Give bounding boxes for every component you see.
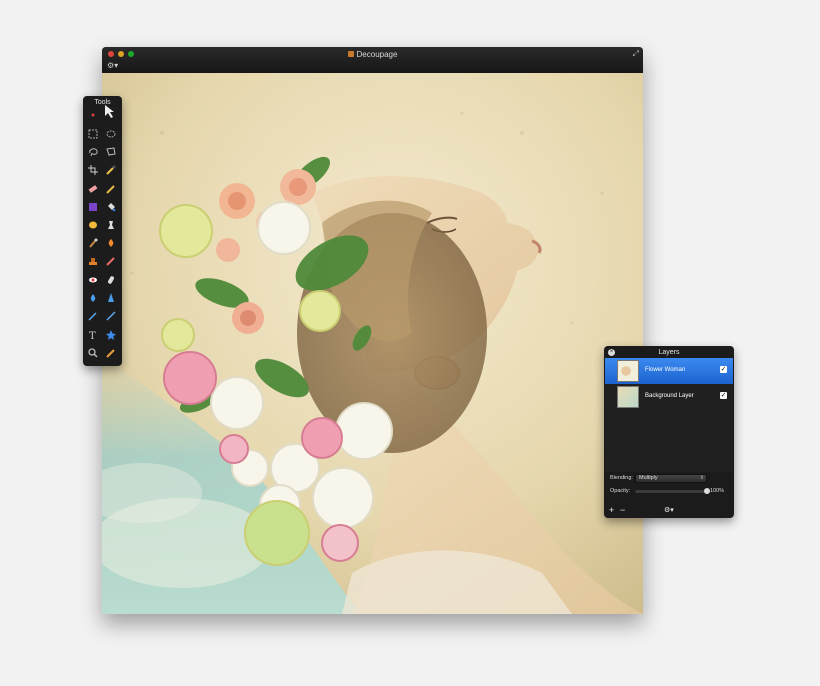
- layer-row-flower-woman[interactable]: Flower Woman ✓: [605, 358, 733, 384]
- stamp-icon[interactable]: [86, 254, 100, 268]
- drop-icon[interactable]: [86, 291, 100, 305]
- image-canvas[interactable]: [102, 73, 643, 614]
- opacity-label: Opacity:: [610, 488, 631, 494]
- pencil-icon[interactable]: [104, 182, 118, 196]
- rect-select-icon[interactable]: [86, 127, 100, 141]
- remove-layer-button[interactable]: −: [620, 505, 625, 515]
- blending-select[interactable]: Multiply ⇕: [635, 474, 707, 483]
- tools-palette: Tools T: [83, 96, 122, 366]
- gear-menu-icon[interactable]: ⚙▾: [107, 61, 118, 70]
- layers-panel: × Layers Flower Woman ✓ Background Layer…: [604, 346, 734, 518]
- layers-title: Layers: [658, 349, 680, 356]
- gradient-icon[interactable]: [86, 200, 100, 214]
- blending-label: Blending:: [610, 475, 633, 481]
- shape-icon[interactable]: [104, 328, 118, 342]
- sharpen-icon[interactable]: [104, 291, 118, 305]
- add-layer-button[interactable]: +: [609, 505, 614, 515]
- paint-bucket-icon[interactable]: [104, 200, 118, 214]
- fill-ellipse-icon[interactable]: [86, 218, 100, 232]
- eraser-icon[interactable]: [86, 182, 100, 196]
- opacity-slider[interactable]: [635, 488, 710, 494]
- window-title: Decoupage: [102, 49, 643, 60]
- svg-text:T: T: [89, 331, 96, 340]
- layer-thumbnail: [617, 386, 639, 408]
- opacity-value: 100%: [710, 488, 725, 494]
- smudge-finger-icon[interactable]: [104, 273, 118, 287]
- layer-row-background[interactable]: Background Layer ✓: [605, 384, 733, 410]
- brush-icon[interactable]: [86, 236, 100, 250]
- layers-footer: + − ⚙▾: [604, 502, 734, 518]
- move-tool-icon[interactable]: [86, 108, 100, 122]
- red-eye-icon[interactable]: [86, 273, 100, 287]
- color-picker-icon[interactable]: [104, 346, 118, 360]
- chevron-updown-icon: ⇕: [699, 475, 704, 481]
- blending-value: Multiply: [639, 475, 658, 481]
- layer-settings-button[interactable]: ⚙▾: [664, 506, 674, 516]
- zoom-icon[interactable]: [86, 346, 100, 360]
- layer-name: Background Layer: [645, 393, 694, 399]
- layer-thumbnail: [617, 360, 639, 382]
- ellipse-select-icon[interactable]: [104, 127, 118, 141]
- document-icon: [347, 51, 354, 57]
- document-window: Decoupage ⤢ ⚙▾: [102, 47, 643, 614]
- arrow-tool-icon[interactable]: [103, 105, 117, 119]
- crop-icon[interactable]: [86, 163, 100, 177]
- pen-icon[interactable]: [86, 309, 100, 323]
- artwork-image: [102, 73, 643, 614]
- line-icon[interactable]: [104, 309, 118, 323]
- eyedropper-icon[interactable]: [104, 163, 118, 177]
- layer-visibility-checkbox[interactable]: ✓: [720, 366, 727, 373]
- layer-visibility-checkbox[interactable]: ✓: [720, 392, 727, 399]
- title-bar[interactable]: Decoupage ⤢ ⚙▾: [102, 47, 643, 73]
- lasso-icon[interactable]: [86, 145, 100, 159]
- smudge-icon[interactable]: [104, 254, 118, 268]
- fullscreen-icon[interactable]: ⤢: [633, 49, 639, 58]
- text-icon[interactable]: T: [86, 328, 100, 342]
- burn-icon[interactable]: [104, 236, 118, 250]
- layer-name: Flower Woman: [645, 367, 686, 373]
- clone-stamp-icon[interactable]: [104, 218, 118, 232]
- window-title-text: Decoupage: [356, 50, 398, 59]
- polygon-lasso-icon[interactable]: [104, 145, 118, 159]
